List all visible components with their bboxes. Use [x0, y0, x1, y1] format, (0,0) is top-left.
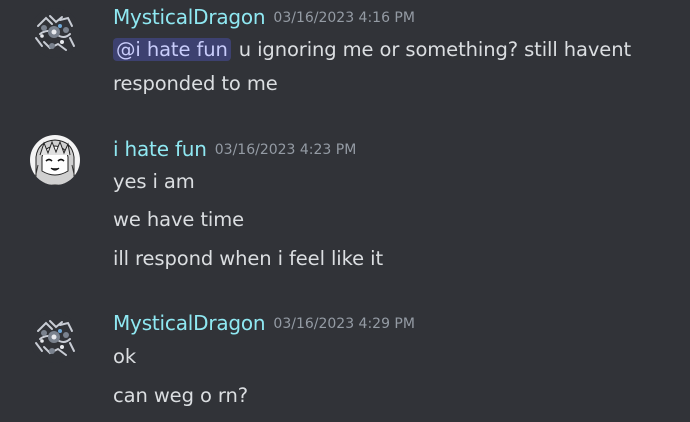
message-header: MysticalDragon 03/16/2023 4:16 PM — [113, 5, 415, 29]
avatar[interactable] — [30, 8, 80, 58]
username[interactable]: MysticalDragon — [113, 311, 266, 335]
user-mention[interactable]: @i hate fun — [113, 38, 231, 61]
message-line: @i hate fun u ignoring me or something? s… — [113, 38, 631, 61]
dragon-avatar-icon — [30, 8, 80, 58]
timestamp[interactable]: 03/16/2023 4:23 PM — [215, 142, 357, 158]
message-line: we have time — [113, 208, 245, 231]
avatar[interactable] — [30, 313, 80, 363]
anime-girl-avatar-icon — [30, 135, 80, 185]
message-line: yes i am — [113, 170, 195, 193]
message-line: ok — [113, 345, 137, 368]
avatar[interactable] — [30, 135, 80, 185]
timestamp[interactable]: 03/16/2023 4:29 PM — [273, 316, 415, 332]
timestamp[interactable]: 03/16/2023 4:16 PM — [273, 10, 415, 26]
message-header: i hate fun 03/16/2023 4:23 PM — [113, 137, 356, 161]
message-header: MysticalDragon 03/16/2023 4:29 PM — [113, 311, 415, 335]
message-text: u ignoring me or something? still havent — [238, 38, 631, 61]
chat-message-list: MysticalDragon 03/16/2023 4:16 PM @i hate… — [0, 0, 690, 422]
message-line: can weg o rn? — [113, 384, 248, 407]
message-line: responded to me — [113, 72, 278, 95]
username[interactable]: i hate fun — [113, 137, 207, 161]
username[interactable]: MysticalDragon — [113, 5, 266, 29]
dragon-avatar-icon — [30, 313, 80, 363]
message-line: ill respond when i feel like it — [113, 247, 383, 270]
